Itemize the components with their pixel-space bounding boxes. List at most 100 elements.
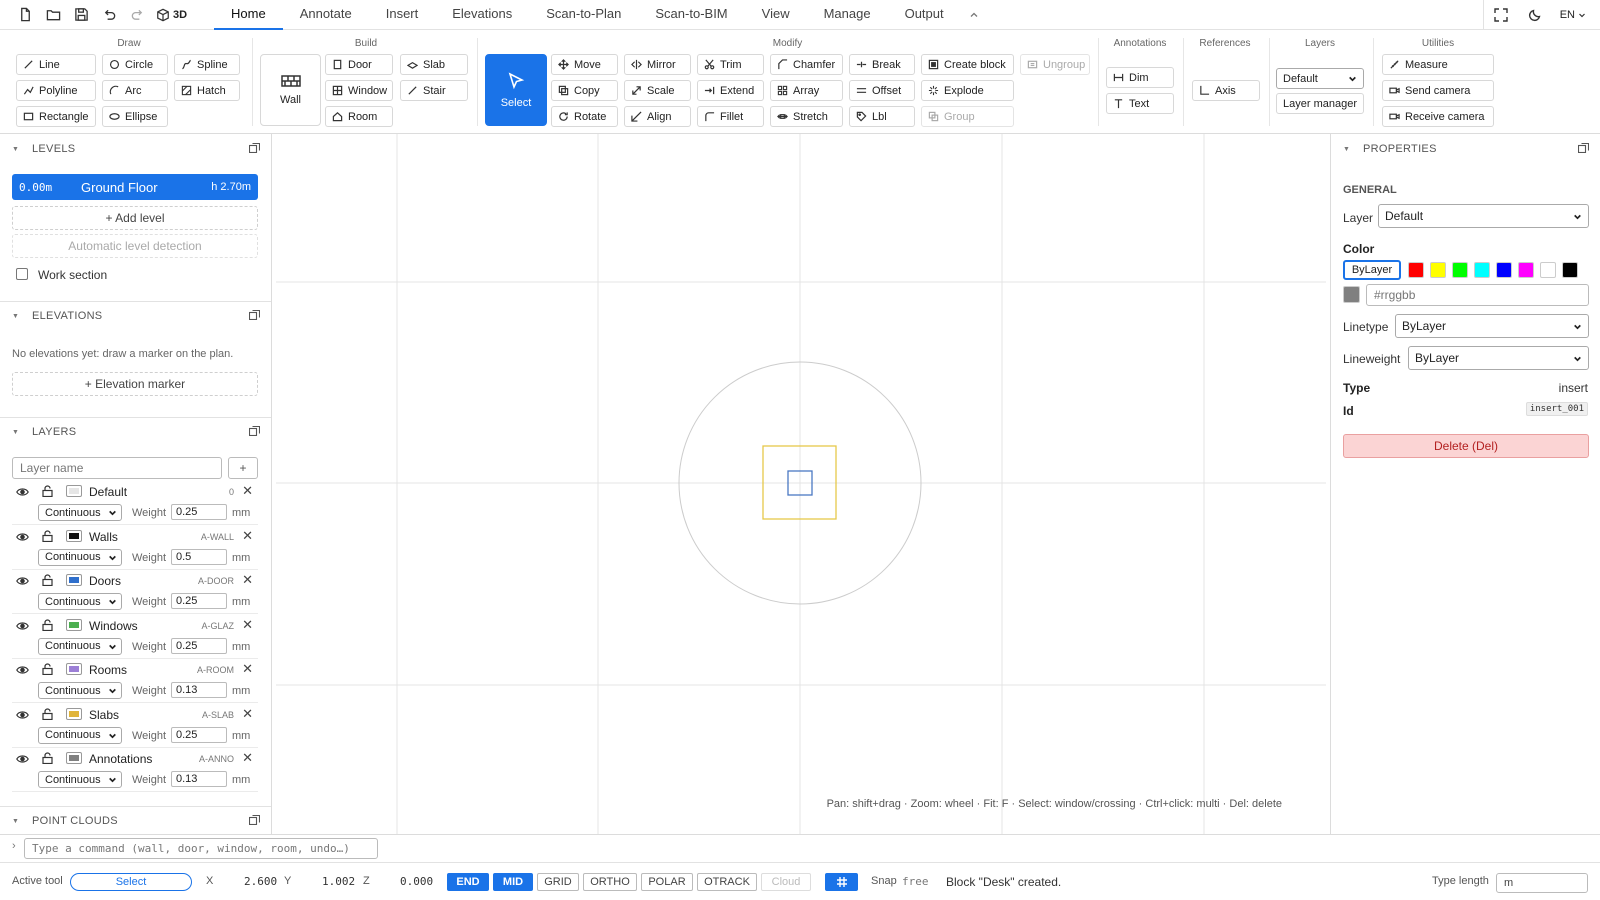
layer-manager-button[interactable]: Layer manager bbox=[1276, 93, 1364, 114]
linetype-select[interactable]: Continuous bbox=[38, 726, 122, 744]
fillet-button[interactable]: Fillet bbox=[697, 106, 764, 127]
layer-color-swatch[interactable] bbox=[66, 529, 82, 542]
snap-toggle-cloud[interactable]: Cloud bbox=[761, 873, 811, 891]
copy-button[interactable]: Copy bbox=[551, 80, 618, 101]
chamfer-button[interactable]: Chamfer bbox=[770, 54, 843, 75]
lineweight-select[interactable]: ByLayer bbox=[1408, 346, 1589, 370]
color-swatch-7[interactable] bbox=[1562, 262, 1578, 278]
explode-button[interactable]: Explode bbox=[921, 80, 1014, 101]
tab-view[interactable]: View bbox=[745, 0, 807, 30]
linetype-select[interactable]: Continuous bbox=[38, 682, 122, 699]
color-swatch-0[interactable] bbox=[1408, 262, 1424, 278]
arc-button[interactable]: Arc bbox=[102, 80, 168, 101]
unlock-icon[interactable] bbox=[42, 618, 53, 631]
add-level-button[interactable]: + Add level bbox=[12, 206, 258, 230]
dimension-button[interactable]: Dim bbox=[1106, 67, 1174, 88]
send-camera-button[interactable]: Send camera bbox=[1382, 80, 1494, 101]
fullscreen-icon[interactable] bbox=[1484, 0, 1518, 30]
level-row-ground-floor[interactable]: 0.00m Ground Floor h 2.70m bbox=[12, 174, 258, 200]
eye-icon[interactable] bbox=[16, 754, 29, 764]
scale-button[interactable]: Scale bbox=[624, 80, 691, 101]
popout-icon[interactable] bbox=[249, 143, 260, 153]
popout-icon[interactable] bbox=[249, 310, 260, 320]
circle-button[interactable]: Circle bbox=[102, 54, 168, 75]
layer-select[interactable]: Default bbox=[1378, 204, 1589, 228]
unlock-icon[interactable] bbox=[42, 663, 53, 675]
dark-mode-icon[interactable] bbox=[1518, 0, 1552, 30]
wall-button[interactable]: Wall bbox=[260, 54, 321, 126]
elevations-header[interactable]: ▼ ELEVATIONS bbox=[0, 302, 271, 330]
layer-row-slabs[interactable]: Slabs A-SLAB ✕ Continuous Weight 0.25 mm bbox=[12, 703, 258, 748]
snap-grid-toggle[interactable] bbox=[825, 873, 858, 891]
ungroup-button[interactable]: Ungroup bbox=[1020, 54, 1090, 75]
snap-toggle-grid[interactable]: GRID bbox=[537, 873, 579, 891]
weight-input[interactable]: 0.25 bbox=[171, 726, 227, 743]
custom-color-swatch[interactable] bbox=[1343, 286, 1360, 303]
hatch-button[interactable]: Hatch bbox=[174, 80, 240, 101]
open-folder-icon[interactable] bbox=[42, 4, 64, 26]
break-button[interactable]: Break bbox=[849, 54, 915, 75]
layer-color-swatch[interactable] bbox=[66, 618, 82, 631]
weight-input[interactable]: 0.25 bbox=[171, 593, 227, 609]
unlock-icon[interactable] bbox=[42, 707, 53, 720]
layer-color-swatch[interactable] bbox=[66, 707, 82, 720]
layer-color-swatch[interactable] bbox=[66, 485, 82, 497]
delete-layer-icon[interactable]: ✕ bbox=[242, 750, 253, 766]
rotate-button[interactable]: Rotate bbox=[551, 106, 618, 127]
new-file-icon[interactable] bbox=[14, 4, 36, 26]
current-layer-select[interactable]: Default bbox=[1276, 68, 1364, 89]
snap-toggle-polar[interactable]: POLAR bbox=[641, 873, 693, 891]
stair-button[interactable]: Stair bbox=[400, 80, 468, 101]
hex-color-input[interactable]: #rrggbb bbox=[1366, 284, 1589, 306]
linetype-select[interactable]: Continuous bbox=[38, 593, 122, 610]
weight-input[interactable]: 0.25 bbox=[171, 504, 227, 520]
axis-button[interactable]: Axis bbox=[1192, 80, 1260, 101]
popout-icon[interactable] bbox=[249, 815, 260, 825]
tab-manage[interactable]: Manage bbox=[807, 0, 888, 30]
layer-row-windows[interactable]: Windows A-GLAZ ✕ Continuous Weight 0.25 mm bbox=[12, 614, 258, 659]
linetype-select[interactable]: Continuous bbox=[38, 771, 122, 788]
select-button[interactable]: Select bbox=[485, 54, 547, 126]
eye-icon[interactable] bbox=[16, 532, 29, 542]
delete-layer-icon[interactable]: ✕ bbox=[242, 617, 253, 633]
snap-toggle-end[interactable]: END bbox=[447, 873, 489, 891]
receive-camera-button[interactable]: Receive camera bbox=[1382, 106, 1494, 127]
color-swatch-5[interactable] bbox=[1518, 262, 1534, 278]
color-swatch-1[interactable] bbox=[1430, 262, 1446, 278]
align-button[interactable]: Align bbox=[624, 106, 691, 127]
linetype-select[interactable]: ByLayer bbox=[1395, 314, 1589, 338]
add-elevation-marker-button[interactable]: + Elevation marker bbox=[12, 372, 258, 396]
snap-toggle-ortho[interactable]: ORTHO bbox=[583, 873, 637, 891]
delete-layer-icon[interactable]: ✕ bbox=[242, 528, 253, 544]
undo-icon[interactable] bbox=[98, 4, 120, 26]
unlock-icon[interactable] bbox=[42, 485, 53, 497]
window-button[interactable]: Window bbox=[325, 80, 393, 101]
line-button[interactable]: Line bbox=[16, 54, 96, 75]
levels-header[interactable]: ▼ LEVELS bbox=[0, 135, 271, 163]
mirror-button[interactable]: Mirror bbox=[624, 54, 691, 75]
layer-color-swatch[interactable] bbox=[66, 574, 82, 586]
point-clouds-header[interactable]: ▼ POINT CLOUDS bbox=[0, 807, 271, 834]
text-button[interactable]: Text bbox=[1106, 93, 1174, 114]
auto-level-detection-button[interactable]: Automatic level detection bbox=[12, 234, 258, 258]
room-button[interactable]: Room bbox=[325, 106, 393, 127]
color-swatch-3[interactable] bbox=[1474, 262, 1490, 278]
trim-button[interactable]: Trim bbox=[697, 54, 764, 75]
bylayer-color-button[interactable]: ByLayer bbox=[1343, 260, 1401, 280]
eye-icon[interactable] bbox=[16, 621, 29, 631]
type-length-input[interactable]: m bbox=[1496, 873, 1588, 893]
door-button[interactable]: Door bbox=[325, 54, 393, 75]
unlock-icon[interactable] bbox=[42, 529, 53, 542]
tab-home[interactable]: Home bbox=[214, 0, 283, 30]
delete-layer-icon[interactable]: ✕ bbox=[242, 661, 253, 677]
spline-button[interactable]: Spline bbox=[174, 54, 240, 75]
unlock-icon[interactable] bbox=[42, 752, 53, 764]
weight-input[interactable]: 0.13 bbox=[171, 771, 227, 787]
eye-icon[interactable] bbox=[16, 576, 29, 586]
unlock-icon[interactable] bbox=[42, 574, 53, 586]
weight-input[interactable]: 0.25 bbox=[171, 637, 227, 654]
collapse-ribbon-icon[interactable] bbox=[961, 0, 987, 30]
snap-toggle-otrack[interactable]: OTRACK bbox=[697, 873, 757, 891]
group-button[interactable]: Group bbox=[921, 106, 1014, 127]
label-button[interactable]: Lbl bbox=[849, 106, 915, 127]
